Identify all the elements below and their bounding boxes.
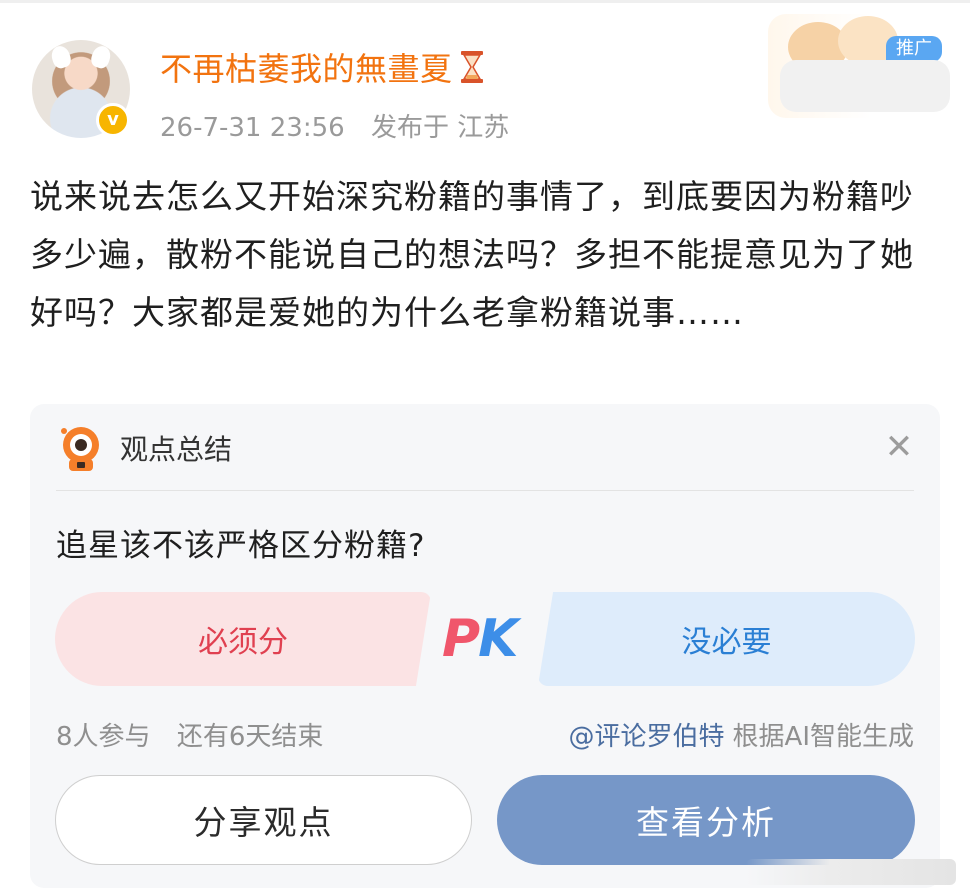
pk-p: P <box>442 609 480 669</box>
top-divider <box>0 0 970 3</box>
share-opinion-button[interactable]: 分享观点 <box>55 775 472 865</box>
pk-label: PK <box>442 609 518 669</box>
share-opinion-label: 分享观点 <box>193 803 334 842</box>
card-title: 观点总结 <box>120 433 233 466</box>
view-analysis-label: 查看分析 <box>636 803 776 842</box>
ai-generated-note: 根据AI智能生成 <box>732 722 914 752</box>
opinion-summary-card: 观点总结 ✕ 追星该不该严格区分粉籍? 必须分 PK 没必要 8人参与 还有6天… <box>30 404 940 888</box>
promo-tag: 推广 <box>886 36 942 62</box>
avatar-ear-left <box>49 43 73 71</box>
bot-handle-link[interactable]: @评论罗伯特 <box>569 722 725 752</box>
promo-blur <box>780 60 950 112</box>
post-time: 26-7-31 23:56 <box>160 113 345 143</box>
close-icon[interactable]: ✕ <box>880 428 918 466</box>
poll-stats: 8人参与 还有6天结束 <box>56 716 323 753</box>
verified-badge-icon: v <box>96 103 130 137</box>
post-location: 发布于 江苏 <box>370 113 510 143</box>
option-left-label: 必须分 <box>198 625 288 660</box>
hourglass-icon <box>460 51 483 83</box>
card-header: 观点总结 <box>56 424 232 472</box>
avatar-ear-right <box>89 43 113 71</box>
ai-credit: @评论罗伯特 根据AI智能生成 <box>569 716 914 753</box>
option-right-label: 没必要 <box>681 625 772 660</box>
view-analysis-button[interactable]: 查看分析 <box>497 775 915 865</box>
option-right-button[interactable]: 没必要 <box>538 592 915 686</box>
post-meta: 26-7-31 23:56 发布于 江苏 <box>160 107 509 144</box>
username-text: 不再枯萎我的無畫夏 <box>160 50 453 88</box>
poll-question: 追星该不该严格区分粉籍? <box>56 528 426 564</box>
promo-banner[interactable]: 推广 <box>768 14 956 118</box>
card-divider <box>56 490 914 491</box>
post-text: 说来说去怎么又开始深究粉籍的事情了，到底要因为粉籍吵多少遍，散粉不能说自己的想法… <box>30 177 914 332</box>
watermark <box>746 859 956 885</box>
robot-icon <box>61 427 99 471</box>
username[interactable]: 不再枯萎我的無畫夏 <box>160 44 485 90</box>
time-remaining: 还有6天结束 <box>176 722 324 752</box>
participant-count: 8人参与 <box>56 722 151 752</box>
option-left-button[interactable]: 必须分 <box>55 592 431 686</box>
pk-k: K <box>478 609 518 669</box>
